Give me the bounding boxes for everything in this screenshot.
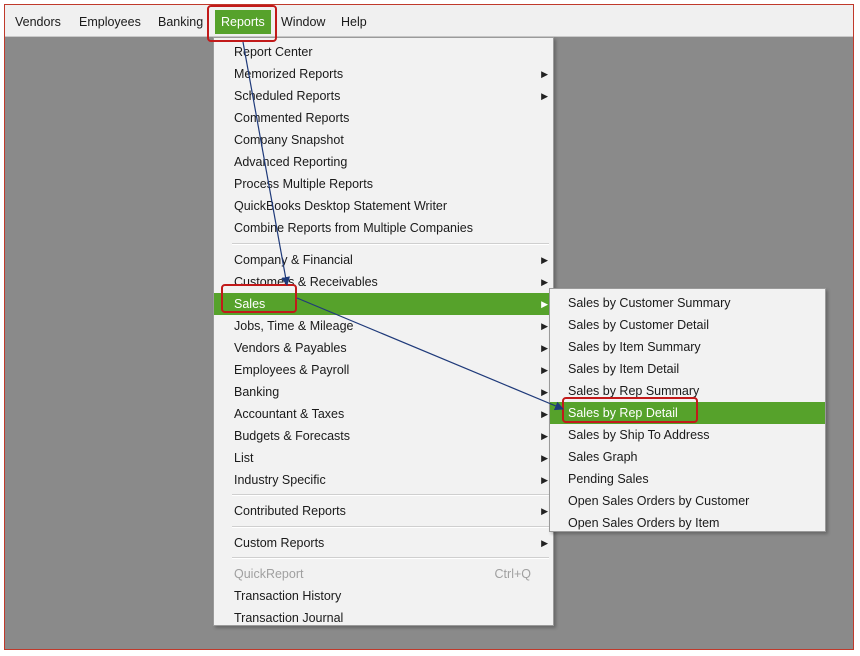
- arrow-reports-to-sales: [242, 41, 291, 286]
- arrow-sales-to-rep-detail: [296, 297, 564, 411]
- annotation-arrows: [242, 41, 564, 411]
